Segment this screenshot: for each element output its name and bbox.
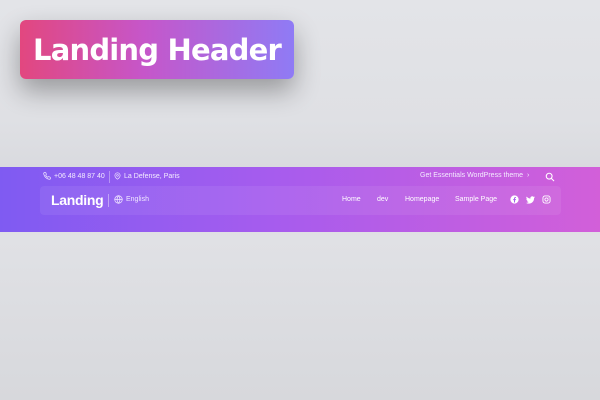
nav-link-sample-page[interactable]: Sample Page	[455, 196, 497, 203]
promo-text: Get Essentials WordPress theme	[420, 172, 523, 179]
instagram-icon	[542, 195, 551, 204]
facebook-link[interactable]	[509, 194, 520, 205]
top-bar: +06 48 48 87 40 La Defense, Paris Get Es…	[0, 167, 600, 187]
twitter-link[interactable]	[525, 194, 536, 205]
topbar-divider	[109, 171, 110, 183]
location-text: La Defense, Paris	[124, 172, 180, 180]
phone-icon	[43, 172, 51, 180]
title-badge: Landing Header	[20, 20, 294, 79]
promo-link[interactable]: Get Essentials WordPress theme ›	[420, 172, 529, 179]
promo-arrow: ›	[526, 172, 530, 179]
phone-contact[interactable]: +06 48 48 87 40	[43, 172, 105, 180]
nav-link-homepage[interactable]: Homepage	[405, 196, 439, 203]
search-icon	[545, 172, 555, 182]
badge-title: Landing Header	[33, 32, 282, 67]
site-logo[interactable]: Landing	[51, 192, 104, 208]
location-info: La Defense, Paris	[114, 172, 180, 180]
twitter-icon	[526, 195, 535, 204]
nav-link-home[interactable]: Home	[342, 196, 361, 203]
instagram-link[interactable]	[541, 194, 552, 205]
language-label: English	[126, 196, 149, 203]
main-navbar: Landing English Home dev Homepage Sample…	[40, 186, 561, 215]
language-switcher[interactable]: English	[114, 195, 149, 204]
search-button[interactable]	[543, 170, 557, 184]
logo-divider	[108, 194, 109, 207]
nav-link-dev[interactable]: dev	[377, 196, 388, 203]
site-header: +06 48 48 87 40 La Defense, Paris Get Es…	[0, 167, 600, 232]
phone-number: +06 48 48 87 40	[54, 172, 105, 180]
globe-icon	[114, 195, 123, 204]
facebook-icon	[510, 195, 519, 204]
map-pin-icon	[114, 172, 121, 180]
